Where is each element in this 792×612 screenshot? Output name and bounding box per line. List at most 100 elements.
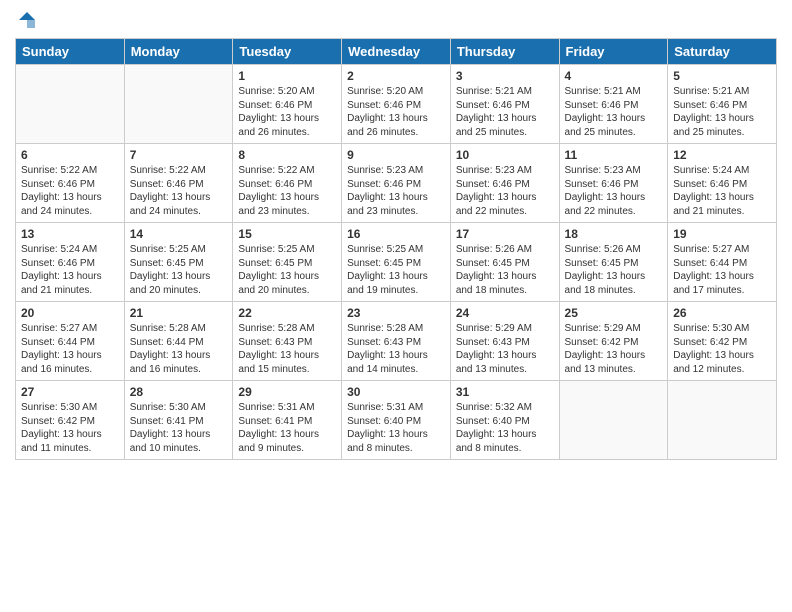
day-number: 24	[456, 306, 554, 320]
calendar-cell: 15 Sunrise: 5:25 AM Sunset: 6:45 PM Dayli…	[233, 223, 342, 302]
day-number: 15	[238, 227, 336, 241]
day-info: Sunrise: 5:30 AM Sunset: 6:41 PM Dayligh…	[130, 401, 228, 455]
day-of-week-header: Sunday	[16, 39, 125, 65]
day-number: 16	[347, 227, 445, 241]
day-number: 19	[673, 227, 771, 241]
day-info: Sunrise: 5:30 AM Sunset: 6:42 PM Dayligh…	[21, 401, 119, 455]
page: SundayMondayTuesdayWednesdayThursdayFrid…	[0, 0, 792, 612]
day-info: Sunrise: 5:27 AM Sunset: 6:44 PM Dayligh…	[673, 243, 771, 297]
day-info: Sunrise: 5:20 AM Sunset: 6:46 PM Dayligh…	[347, 85, 445, 139]
calendar-cell: 12Sunrise: 5:24 AM Sunset: 6:46 PM Dayli…	[668, 144, 777, 223]
day-number: 4	[565, 69, 663, 83]
calendar-cell: 26 Sunrise: 5:30 AM Sunset: 6:42 PM Dayli…	[668, 302, 777, 381]
calendar-cell: 29 Sunrise: 5:31 AM Sunset: 6:41 PM Dayli…	[233, 381, 342, 460]
calendar-cell: 22Sunrise: 5:28 AM Sunset: 6:43 PM Dayli…	[233, 302, 342, 381]
day-number: 31	[456, 385, 554, 399]
day-number: 12	[673, 148, 771, 162]
calendar-cell: 6Sunrise: 5:22 AM Sunset: 6:46 PM Daylig…	[16, 144, 125, 223]
day-number: 7	[130, 148, 228, 162]
day-number: 23	[347, 306, 445, 320]
day-info: Sunrise: 5:25 AM Sunset: 6:45 PM Dayligh…	[347, 243, 445, 297]
calendar-cell: 10 Sunrise: 5:23 AM Sunset: 6:46 PM Dayli…	[450, 144, 559, 223]
calendar-cell	[559, 381, 668, 460]
calendar-cell: 11 Sunrise: 5:23 AM Sunset: 6:46 PM Dayli…	[559, 144, 668, 223]
day-number: 28	[130, 385, 228, 399]
calendar-cell: 4 Sunrise: 5:21 AM Sunset: 6:46 PM Daylig…	[559, 65, 668, 144]
day-number: 25	[565, 306, 663, 320]
day-info: Sunrise: 5:26 AM Sunset: 6:45 PM Dayligh…	[565, 243, 663, 297]
logo-icon	[17, 10, 37, 30]
day-info: Sunrise: 5:30 AM Sunset: 6:42 PM Dayligh…	[673, 322, 771, 376]
day-info: Sunrise: 5:21 AM Sunset: 6:46 PM Dayligh…	[456, 85, 554, 139]
day-number: 6	[21, 148, 119, 162]
day-of-week-header: Thursday	[450, 39, 559, 65]
calendar-cell: 27 Sunrise: 5:30 AM Sunset: 6:42 PM Dayli…	[16, 381, 125, 460]
day-info: Sunrise: 5:22 AM Sunset: 6:46 PM Dayligh…	[238, 164, 336, 218]
calendar-cell: 2 Sunrise: 5:20 AM Sunset: 6:46 PM Daylig…	[342, 65, 451, 144]
calendar-cell: 1 Sunrise: 5:20 AM Sunset: 6:46 PM Daylig…	[233, 65, 342, 144]
day-info: Sunrise: 5:26 AM Sunset: 6:45 PM Dayligh…	[456, 243, 554, 297]
calendar-week-row: 13 Sunrise: 5:24 AM Sunset: 6:46 PM Dayli…	[16, 223, 777, 302]
day-info: Sunrise: 5:27 AM Sunset: 6:44 PM Dayligh…	[21, 322, 119, 376]
calendar-cell: 17Sunrise: 5:26 AM Sunset: 6:45 PM Dayli…	[450, 223, 559, 302]
day-info: Sunrise: 5:29 AM Sunset: 6:42 PM Dayligh…	[565, 322, 663, 376]
calendar-cell: 28 Sunrise: 5:30 AM Sunset: 6:41 PM Dayli…	[124, 381, 233, 460]
calendar-cell: 8Sunrise: 5:22 AM Sunset: 6:46 PM Daylig…	[233, 144, 342, 223]
logo	[15, 10, 37, 30]
calendar-body: 1 Sunrise: 5:20 AM Sunset: 6:46 PM Daylig…	[16, 65, 777, 460]
day-number: 1	[238, 69, 336, 83]
day-number: 26	[673, 306, 771, 320]
calendar-week-row: 1 Sunrise: 5:20 AM Sunset: 6:46 PM Daylig…	[16, 65, 777, 144]
day-info: Sunrise: 5:23 AM Sunset: 6:46 PM Dayligh…	[456, 164, 554, 218]
day-info: Sunrise: 5:20 AM Sunset: 6:46 PM Dayligh…	[238, 85, 336, 139]
day-number: 27	[21, 385, 119, 399]
calendar-cell: 3 Sunrise: 5:21 AM Sunset: 6:46 PM Daylig…	[450, 65, 559, 144]
day-info: Sunrise: 5:21 AM Sunset: 6:46 PM Dayligh…	[673, 85, 771, 139]
day-info: Sunrise: 5:22 AM Sunset: 6:46 PM Dayligh…	[130, 164, 228, 218]
calendar-cell: 18 Sunrise: 5:26 AM Sunset: 6:45 PM Dayli…	[559, 223, 668, 302]
day-info: Sunrise: 5:28 AM Sunset: 6:43 PM Dayligh…	[238, 322, 336, 376]
calendar-cell	[124, 65, 233, 144]
day-of-week-header: Saturday	[668, 39, 777, 65]
day-info: Sunrise: 5:31 AM Sunset: 6:41 PM Dayligh…	[238, 401, 336, 455]
calendar-cell: 21Sunrise: 5:28 AM Sunset: 6:44 PM Dayli…	[124, 302, 233, 381]
day-info: Sunrise: 5:31 AM Sunset: 6:40 PM Dayligh…	[347, 401, 445, 455]
calendar-cell: 13 Sunrise: 5:24 AM Sunset: 6:46 PM Dayli…	[16, 223, 125, 302]
calendar-cell: 16 Sunrise: 5:25 AM Sunset: 6:45 PM Dayli…	[342, 223, 451, 302]
day-of-week-header: Friday	[559, 39, 668, 65]
day-info: Sunrise: 5:21 AM Sunset: 6:46 PM Dayligh…	[565, 85, 663, 139]
day-number: 10	[456, 148, 554, 162]
calendar-cell: 20 Sunrise: 5:27 AM Sunset: 6:44 PM Dayli…	[16, 302, 125, 381]
day-info: Sunrise: 5:24 AM Sunset: 6:46 PM Dayligh…	[21, 243, 119, 297]
calendar-cell: 31Sunrise: 5:32 AM Sunset: 6:40 PM Dayli…	[450, 381, 559, 460]
day-of-week-header: Wednesday	[342, 39, 451, 65]
calendar-cell: 19 Sunrise: 5:27 AM Sunset: 6:44 PM Dayli…	[668, 223, 777, 302]
day-number: 11	[565, 148, 663, 162]
calendar-cell	[668, 381, 777, 460]
day-number: 30	[347, 385, 445, 399]
day-info: Sunrise: 5:28 AM Sunset: 6:43 PM Dayligh…	[347, 322, 445, 376]
header	[15, 10, 777, 30]
day-number: 2	[347, 69, 445, 83]
day-info: Sunrise: 5:23 AM Sunset: 6:46 PM Dayligh…	[347, 164, 445, 218]
day-of-week-header: Monday	[124, 39, 233, 65]
day-number: 5	[673, 69, 771, 83]
day-number: 20	[21, 306, 119, 320]
day-number: 18	[565, 227, 663, 241]
calendar-table: SundayMondayTuesdayWednesdayThursdayFrid…	[15, 38, 777, 460]
calendar-week-row: 27 Sunrise: 5:30 AM Sunset: 6:42 PM Dayli…	[16, 381, 777, 460]
calendar-cell: 9 Sunrise: 5:23 AM Sunset: 6:46 PM Daylig…	[342, 144, 451, 223]
day-number: 3	[456, 69, 554, 83]
day-info: Sunrise: 5:25 AM Sunset: 6:45 PM Dayligh…	[130, 243, 228, 297]
calendar-cell	[16, 65, 125, 144]
day-number: 13	[21, 227, 119, 241]
day-info: Sunrise: 5:28 AM Sunset: 6:44 PM Dayligh…	[130, 322, 228, 376]
days-of-week-row: SundayMondayTuesdayWednesdayThursdayFrid…	[16, 39, 777, 65]
day-number: 14	[130, 227, 228, 241]
day-number: 29	[238, 385, 336, 399]
calendar-cell: 7 Sunrise: 5:22 AM Sunset: 6:46 PM Daylig…	[124, 144, 233, 223]
day-info: Sunrise: 5:23 AM Sunset: 6:46 PM Dayligh…	[565, 164, 663, 218]
day-info: Sunrise: 5:25 AM Sunset: 6:45 PM Dayligh…	[238, 243, 336, 297]
calendar-cell: 5 Sunrise: 5:21 AM Sunset: 6:46 PM Daylig…	[668, 65, 777, 144]
day-number: 9	[347, 148, 445, 162]
